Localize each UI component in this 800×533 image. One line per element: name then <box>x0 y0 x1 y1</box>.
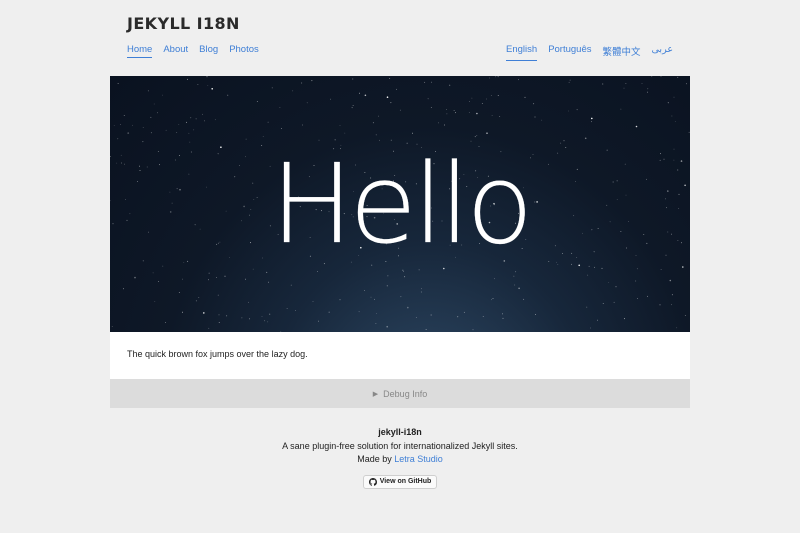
nav-item-photos[interactable]: Photos <box>229 44 259 58</box>
nav-item-blog[interactable]: Blog <box>199 44 218 58</box>
hero-banner: Hello <box>110 76 690 332</box>
debug-info-label: Debug Info <box>383 388 428 399</box>
content-panel: The quick brown fox jumps over the lazy … <box>110 332 690 379</box>
lang-item-chinese[interactable]: 繁體中文 <box>603 44 641 61</box>
content-text: The quick brown fox jumps over the lazy … <box>127 349 308 359</box>
footer: jekyll-i18n A sane plugin-free solution … <box>0 426 800 490</box>
language-nav: English Português 繁體中文 عربى <box>495 44 673 61</box>
nav-item-about[interactable]: About <box>163 44 188 58</box>
footer-project-name: jekyll-i18n <box>378 427 422 437</box>
site-title[interactable]: JEKYLL I18N <box>127 14 240 33</box>
footer-credits: Made by Letra Studio <box>0 453 800 467</box>
lang-item-portuguese[interactable]: Português <box>548 44 591 61</box>
lang-item-arabic[interactable]: عربى <box>652 44 673 61</box>
view-on-github-button[interactable]: View on GitHub <box>362 474 438 489</box>
nav-item-home[interactable]: Home <box>127 44 153 58</box>
footer-tagline: A sane plugin-free solution for internat… <box>282 440 518 451</box>
main-nav: Home About Blog Photos <box>127 44 270 58</box>
github-icon <box>368 477 377 486</box>
debug-info-toggle[interactable]: ▶ Debug Info <box>110 379 690 408</box>
lang-item-english[interactable]: English <box>506 44 538 61</box>
github-button-label: View on GitHub <box>379 477 432 485</box>
letra-studio-link[interactable]: Letra Studio <box>394 454 443 464</box>
disclosure-triangle-icon: ▶ <box>372 390 379 398</box>
hero-heading: Hello <box>270 140 533 268</box>
footer-made-by: Made by <box>357 454 392 464</box>
